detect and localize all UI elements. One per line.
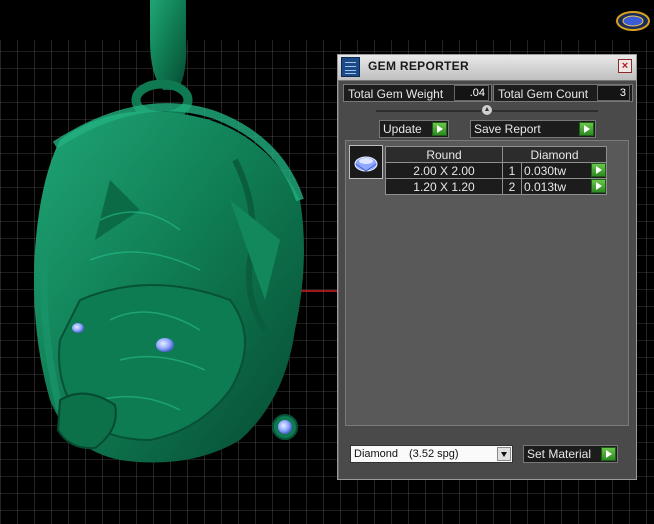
column-header-material: Diamond (502, 146, 607, 163)
gem-weight-text: 0.013tw (524, 179, 567, 194)
update-label: Update (383, 122, 422, 136)
chevron-down-icon[interactable] (497, 447, 511, 461)
wolf-eye-gem-right (156, 338, 174, 352)
column-header-shape: Round (385, 146, 503, 163)
gem-weight-cell: 0.030tw (521, 162, 607, 179)
wolf-eye-gem-left (72, 323, 84, 333)
table-header-row: Round Diamond (385, 146, 607, 163)
gem-count-cell: 1 (502, 162, 522, 179)
gem-list-area: Round Diamond 2.00 X 2.00 1 0.030tw 1.20… (345, 140, 629, 426)
material-select-value: Diamond (354, 448, 399, 460)
panel-titlebar[interactable]: GEM REPORTER × (338, 55, 636, 81)
panel-title: GEM REPORTER (368, 59, 469, 73)
gem-count-cell: 2 (502, 178, 522, 195)
close-button[interactable]: × (618, 59, 632, 73)
play-arrow-icon (601, 447, 616, 461)
gem-weight-text: 0.030tw (524, 163, 567, 178)
pendant-bail (150, 0, 187, 90)
close-icon: × (621, 60, 629, 72)
gem-table: Round Diamond 2.00 X 2.00 1 0.030tw 1.20… (385, 146, 607, 195)
gem-reporter-panel: GEM REPORTER × Total Gem Weight .04 Tota… (337, 54, 637, 480)
total-gem-count-value: 3 (597, 85, 630, 101)
play-arrow-icon (579, 122, 594, 136)
update-button[interactable]: Update (379, 120, 449, 138)
logo-icon (616, 10, 650, 32)
set-material-button[interactable]: Set Material (523, 445, 618, 463)
total-gem-weight-value: .04 (454, 85, 489, 101)
gem-weight-cell: 0.013tw (521, 178, 607, 195)
gem-size-cell: 1.20 X 1.20 (385, 178, 503, 195)
material-select-spg: (3.52 spg) (409, 448, 459, 460)
material-select[interactable]: Diamond (3.52 spg) (350, 445, 513, 463)
side-bezel-gem (278, 420, 292, 434)
table-row[interactable]: 1.20 X 1.20 2 0.013tw (385, 178, 607, 195)
play-arrow-icon[interactable] (591, 179, 606, 193)
save-report-button[interactable]: Save Report (470, 120, 596, 138)
table-row[interactable]: 2.00 X 2.00 1 0.030tw (385, 162, 607, 179)
gem-reporter-icon (341, 57, 360, 77)
gem-size-cell: 2.00 X 2.00 (385, 162, 503, 179)
play-arrow-icon[interactable] (591, 163, 606, 177)
play-arrow-icon (432, 122, 447, 136)
save-report-label: Save Report (474, 122, 541, 136)
slider-handle[interactable] (481, 104, 493, 116)
set-material-label: Set Material (527, 447, 592, 461)
round-gem-icon[interactable] (349, 145, 383, 179)
